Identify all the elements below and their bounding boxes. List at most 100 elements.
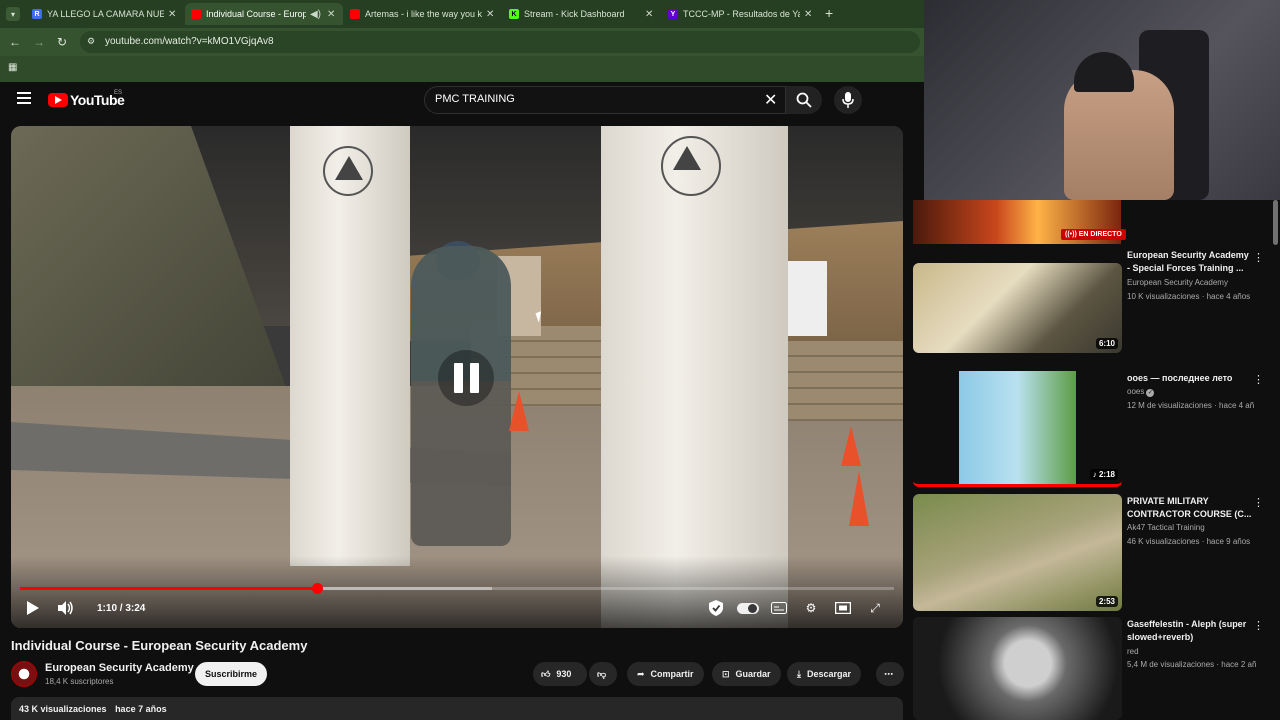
more-vertical-icon[interactable]: ⋮ xyxy=(1253,373,1264,386)
volume-button[interactable] xyxy=(58,601,74,615)
like-count: 930 xyxy=(556,669,572,679)
forward-icon[interactable]: → xyxy=(33,35,45,49)
dislike-button[interactable]: 👎︎ xyxy=(589,662,617,686)
recommendation-meta: 5,4 M de visualizaciones · hace 2 añ xyxy=(1127,660,1257,669)
live-badge: ((•)) EN DIRECTO xyxy=(1061,229,1126,240)
pause-indicator[interactable] xyxy=(438,350,494,406)
webcam-cap xyxy=(1074,52,1134,92)
video-thumbnail[interactable]: 2:53 xyxy=(913,494,1122,611)
save-label: Guardar xyxy=(735,669,771,679)
share-button[interactable]: ➦ Compartir xyxy=(627,662,704,686)
played-bar xyxy=(20,587,318,590)
browser-tab-1[interactable]: R YA LLEGO LA CAMARA NUEVA ✕ xyxy=(26,3,184,25)
browser-tab-5[interactable]: Y TCCC-MP - Resultados de Yahoo ✕ xyxy=(662,3,820,25)
download-button[interactable]: ⤓ Descargar xyxy=(787,662,862,686)
subscriber-count: 18,4 K suscriptores xyxy=(45,677,114,686)
video-frame-cone xyxy=(841,426,861,466)
more-vertical-icon[interactable]: ⋮ xyxy=(1253,251,1264,264)
new-tab-button[interactable]: + xyxy=(825,5,833,21)
more-horizontal-icon: ⋯ xyxy=(884,668,893,679)
recommendation-channel[interactable]: European Security Academy xyxy=(1127,278,1228,287)
bookmark-icon: ⊡ xyxy=(722,668,730,679)
thumbs-down-icon: 👎︎ xyxy=(597,668,607,679)
search-button[interactable] xyxy=(786,86,822,114)
video-frame-cone xyxy=(509,391,529,431)
tab-title: YA LLEGO LA CAMARA NUEVA xyxy=(47,9,164,19)
recommendation-meta: 12 M de visualizaciones · hace 4 añ xyxy=(1127,401,1255,410)
more-actions-button[interactable]: ⋯ xyxy=(876,662,904,686)
more-vertical-icon[interactable]: ⋮ xyxy=(1253,619,1264,632)
subscribe-button[interactable]: Suscribirme xyxy=(195,662,267,686)
browser-tab-4[interactable]: K Stream - Kick Dashboard ✕ xyxy=(503,3,661,25)
speaker-icon[interactable]: ◀) xyxy=(310,9,321,20)
description-box[interactable]: 43 K visualizaciones hace 7 años xyxy=(11,697,903,720)
video-frame-barrier xyxy=(601,126,788,628)
tab-title: Artemas - i like the way you kiss xyxy=(365,9,482,19)
video-frame-sandbags xyxy=(771,341,903,421)
duration-badge: 2:53 xyxy=(1095,596,1118,607)
browser-tab-3[interactable]: Artemas - i like the way you kiss ✕ xyxy=(344,3,502,25)
close-icon[interactable]: ✕ xyxy=(486,9,496,20)
autoplay-toggle[interactable] xyxy=(737,603,759,614)
recommendation-title[interactable]: Gaseffelestin - Aleph (super slowed+reve… xyxy=(1127,618,1253,644)
download-label: Descargar xyxy=(806,669,852,679)
voice-search-button[interactable] xyxy=(834,86,862,114)
theater-mode-icon[interactable] xyxy=(834,600,852,616)
video-thumbnail[interactable] xyxy=(913,617,1122,720)
hamburger-menu-icon[interactable] xyxy=(17,92,31,104)
close-icon[interactable]: ✕ xyxy=(327,9,337,20)
video-title: Individual Course - European Security Ac… xyxy=(11,638,308,653)
download-icon: ⤓ xyxy=(797,668,801,679)
play-button[interactable] xyxy=(25,600,41,616)
reload-icon[interactable]: ↻ xyxy=(57,35,67,49)
progress-bar[interactable] xyxy=(20,583,894,594)
recommendation-title[interactable]: PRIVATE MILITARY CONTRACTOR COURSE (C... xyxy=(1127,495,1253,521)
video-thumbnail[interactable]: 6:10 xyxy=(913,263,1122,353)
channel-name[interactable]: European Security Academy xyxy=(45,662,194,674)
video-player[interactable]: 1:10 / 3:24 ⚙ ⤢ xyxy=(11,126,903,628)
barrier-logo xyxy=(323,146,373,196)
close-icon[interactable]: ✕ xyxy=(645,9,655,20)
video-thumbnail[interactable]: ♪ 2:18 xyxy=(913,371,1122,487)
thumbs-up-icon: 👍︎ xyxy=(541,668,551,679)
youtube-favicon xyxy=(350,9,360,19)
url-text[interactable]: youtube.com/watch?v=kMO1VGjqAv8 xyxy=(105,36,274,47)
view-count: 43 K visualizaciones xyxy=(19,704,107,714)
save-button[interactable]: ⊡ Guardar xyxy=(712,662,781,686)
sponsorblock-shield-icon[interactable] xyxy=(707,600,725,616)
settings-gear-icon[interactable]: ⚙ xyxy=(802,600,820,616)
microphone-icon xyxy=(842,92,854,108)
close-icon[interactable]: ✕ xyxy=(804,9,814,20)
recommendation-title[interactable]: European Security Academy - Special Forc… xyxy=(1127,249,1253,275)
tab-search-button[interactable]: ▾ xyxy=(6,7,20,21)
streamer-webcam xyxy=(924,0,1280,200)
yahoo-favicon: Y xyxy=(668,9,678,19)
youtube-logo[interactable]: YouTube xyxy=(48,92,125,108)
tab-title: Stream - Kick Dashboard xyxy=(524,9,625,19)
clear-search-icon[interactable]: ✕ xyxy=(764,90,777,110)
close-icon[interactable]: ✕ xyxy=(168,9,178,20)
channel-avatar[interactable] xyxy=(11,661,37,687)
recommendation-meta: 10 K visualizaciones · hace 4 años xyxy=(1127,292,1251,301)
fullscreen-icon[interactable]: ⤢ xyxy=(866,600,884,616)
tab-favicon: R xyxy=(32,9,42,19)
like-button[interactable]: 👍︎ 930 xyxy=(533,662,587,686)
recommendation-channel[interactable]: Ak47 Tactical Training xyxy=(1127,523,1205,532)
duration-badge: ♪ 2:18 xyxy=(1089,469,1118,480)
back-icon[interactable]: ← xyxy=(9,35,21,49)
subtitles-icon[interactable] xyxy=(770,600,788,616)
search-query[interactable]: PMC TRAINING xyxy=(435,93,515,105)
recommendation-channel[interactable]: ooes ✓ xyxy=(1127,387,1155,397)
share-label: Compartir xyxy=(650,669,694,679)
sidebar-scrollbar[interactable] xyxy=(1273,200,1278,245)
upload-age: hace 7 años xyxy=(115,704,167,714)
video-frame-cone xyxy=(849,471,869,526)
more-vertical-icon[interactable]: ⋮ xyxy=(1253,496,1264,509)
duration-badge: 6:10 xyxy=(1095,338,1118,349)
recommendation-channel[interactable]: red xyxy=(1127,647,1139,656)
site-info-icon[interactable]: ⚙ xyxy=(87,36,95,47)
apps-grid-icon[interactable]: ▦ xyxy=(8,62,17,73)
recommendation-title[interactable]: ooes — последнее лето xyxy=(1127,372,1253,385)
bookmarks-bar xyxy=(0,56,924,82)
browser-tab-2[interactable]: Individual Course - European ◀) ✕ xyxy=(185,3,343,25)
